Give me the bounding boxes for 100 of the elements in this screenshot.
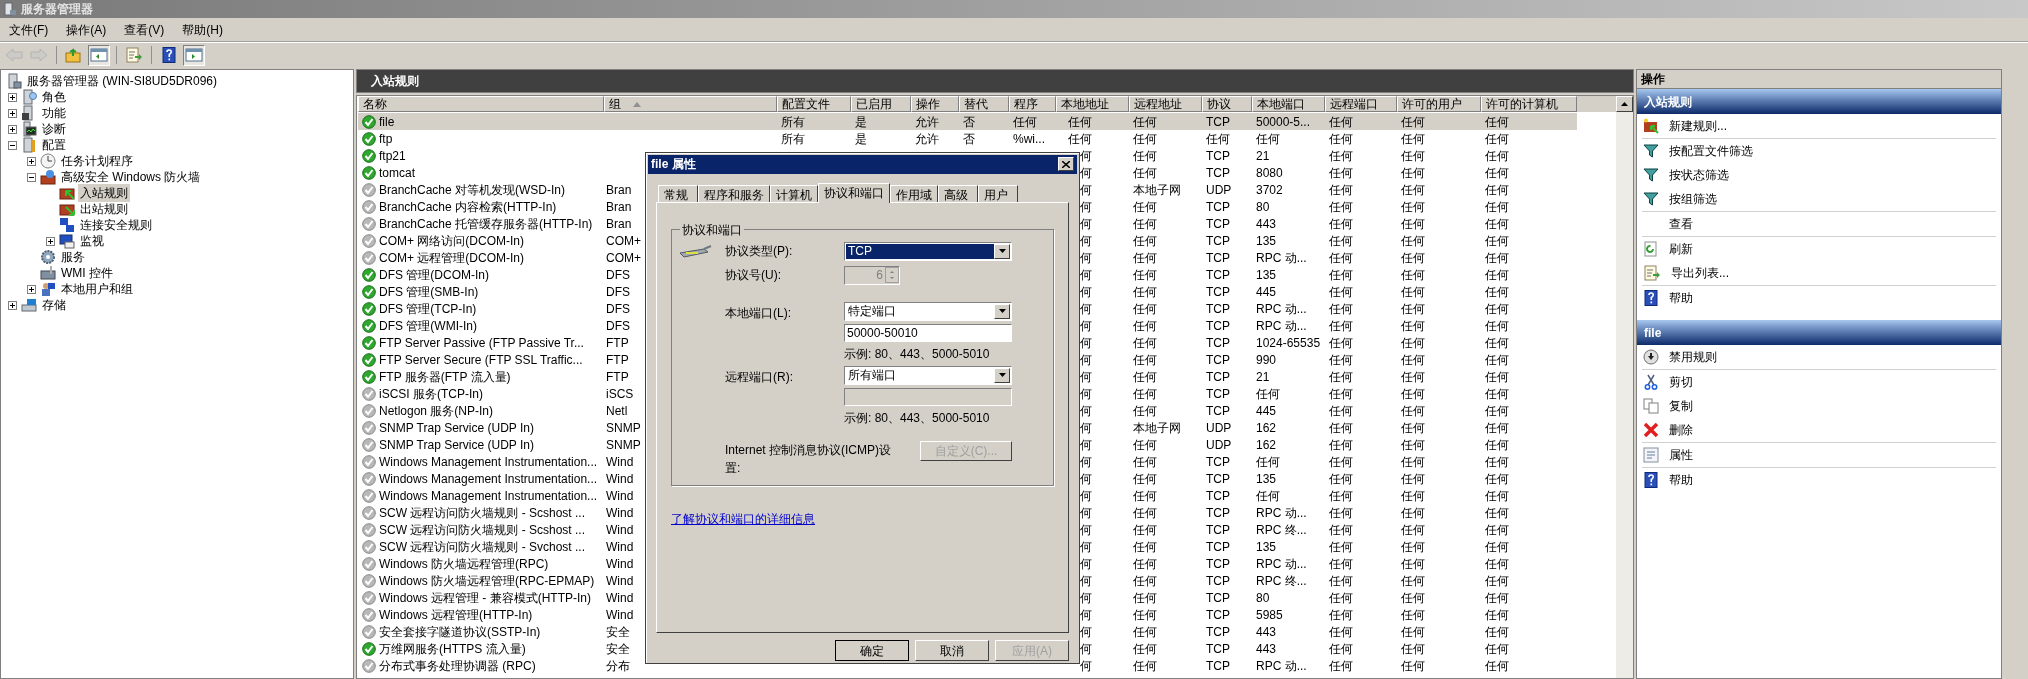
column-header[interactable]: 替代: [959, 96, 1009, 112]
expand-box[interactable]: [27, 284, 36, 294]
expand-box[interactable]: [8, 108, 17, 118]
action-item[interactable]: 帮助: [1642, 286, 1996, 310]
action-item[interactable]: 导出列表...: [1642, 261, 1996, 285]
menu-item[interactable]: 文件(F): [4, 20, 54, 39]
table-cell-text: TCP: [1206, 589, 1230, 607]
action-item[interactable]: 禁用规则: [1642, 345, 1996, 369]
column-header[interactable]: 已启用: [851, 96, 911, 112]
action-item[interactable]: 按组筛选: [1642, 187, 1996, 211]
action-item[interactable]: 按状态筛选: [1642, 163, 1996, 187]
table-cell-text: 任何: [1401, 555, 1425, 573]
table-cell-text: TCP: [1206, 385, 1230, 403]
table-cell-text: Wind: [606, 470, 634, 488]
tree-item[interactable]: 配置: [40, 136, 68, 154]
table-cell-text: 任何: [1133, 164, 1157, 182]
table-cell-text: 任何: [1485, 504, 1509, 522]
tab[interactable]: 常规: [658, 184, 698, 202]
menu-item[interactable]: 帮助(H): [177, 20, 228, 39]
expand-box[interactable]: [8, 124, 17, 134]
action-item[interactable]: 按配置文件筛选: [1642, 139, 1996, 163]
help-icon: [1643, 290, 1659, 306]
table-cell-text: TCP: [1206, 487, 1230, 505]
filter-icon: [1643, 191, 1659, 207]
tree-item[interactable]: 服务器管理器 (WIN-SI8UD5DR096): [25, 72, 220, 90]
table-cell-text: 何: [1080, 164, 1092, 182]
dialog-button[interactable]: 取消: [915, 640, 989, 661]
tab[interactable]: 程序和服务: [698, 184, 770, 202]
tree-item[interactable]: 角色: [40, 88, 68, 106]
tree-item[interactable]: 服务: [59, 248, 87, 266]
tree-item[interactable]: 入站规则: [78, 184, 130, 202]
menu-item[interactable]: 查看(V): [119, 20, 170, 39]
table-cell-text: FTP: [606, 351, 629, 369]
table-cell-text: 任何: [1329, 555, 1353, 573]
column-header[interactable]: 许可的用户: [1397, 96, 1481, 112]
column-header[interactable]: 本地端口: [1252, 96, 1325, 112]
tab[interactable]: 计算机: [770, 184, 818, 202]
tree-item[interactable]: 存储: [40, 296, 68, 314]
collapse-box[interactable]: [27, 172, 36, 182]
action-item[interactable]: 剪切: [1642, 370, 1996, 394]
details-link[interactable]: 了解协议和端口的详细信息: [671, 509, 815, 528]
close-button[interactable]: [1058, 157, 1074, 172]
tree-item[interactable]: 监视: [78, 232, 106, 250]
tree-item[interactable]: 连接安全规则: [78, 216, 154, 234]
expand-box[interactable]: [8, 92, 17, 102]
action-item[interactable]: 帮助: [1642, 468, 1996, 492]
column-header[interactable]: 组: [604, 96, 777, 112]
table-cell-text: 任何: [1401, 181, 1425, 199]
table-cell-text: 任何: [1485, 215, 1509, 233]
table-cell-text: 否: [963, 130, 975, 148]
action-item[interactable]: 复制: [1642, 394, 1996, 418]
column-header[interactable]: 程序: [1009, 96, 1056, 112]
column-header[interactable]: 本地地址: [1056, 96, 1129, 112]
table-cell-text: 任何: [1401, 436, 1425, 454]
column-header[interactable]: 许可的计算机: [1481, 96, 1577, 112]
dialog-button[interactable]: 确定: [835, 640, 909, 661]
table-row[interactable]: file 所有 是 允许 否 任何 任何 任何 TCP 50000-5... 任何 任何 任何: [358, 113, 1577, 130]
table-cell-text: Wind: [606, 453, 634, 471]
expand-box[interactable]: [46, 236, 55, 246]
tab[interactable]: 作用域: [890, 184, 938, 202]
back-arrow-icon: [5, 47, 23, 63]
tab[interactable]: 高级: [938, 184, 978, 202]
tree-item[interactable]: 本地用户和组: [59, 280, 135, 298]
action-item[interactable]: 属性: [1642, 443, 1996, 467]
column-header[interactable]: 远程端口: [1325, 96, 1397, 112]
dropdown[interactable]: 所有端口: [844, 365, 1012, 385]
action-item[interactable]: 新建规则...: [1642, 114, 1996, 138]
table-cell-text: TCP: [1206, 555, 1230, 573]
tree-item[interactable]: 诊断: [40, 120, 68, 138]
expand-box[interactable]: [8, 300, 17, 310]
table-cell-text: 任何: [1329, 368, 1353, 386]
table-cell-text: RPC 动...: [1256, 504, 1307, 522]
expand-box[interactable]: [27, 156, 36, 166]
table-cell-text: Bran: [606, 215, 632, 233]
tab[interactable]: 协议和端口: [818, 182, 890, 203]
column-header[interactable]: 远程地址: [1129, 96, 1202, 112]
dropdown[interactable]: 特定端口: [844, 301, 1012, 321]
table-cell-text: 何: [1080, 249, 1092, 267]
column-header[interactable]: 配置文件: [777, 96, 851, 112]
tree-item[interactable]: 功能: [40, 104, 68, 122]
table-cell-text: Netlogon 服务(NP-In): [379, 402, 494, 420]
example-hint: 示例: 80、443、5000-5010: [844, 345, 991, 363]
action-item[interactable]: 刷新: [1642, 237, 1996, 261]
port-field[interactable]: 50000-50010: [844, 323, 1012, 342]
action-item[interactable]: 查看: [1642, 212, 1996, 236]
tree-item[interactable]: 高级安全 Windows 防火墙: [59, 168, 203, 186]
column-header[interactable]: 协议: [1202, 96, 1252, 112]
table-cell-text: 任何: [1013, 113, 1037, 131]
column-header[interactable]: 名称: [358, 96, 604, 112]
menu-item[interactable]: 操作(A): [61, 20, 112, 39]
tree-item[interactable]: 任务计划程序: [59, 152, 135, 170]
table-cell-text: TCP: [1206, 113, 1230, 131]
action-item[interactable]: 删除: [1642, 418, 1996, 442]
dropdown[interactable]: TCP: [844, 241, 1012, 261]
table-cell-text: 何: [1080, 504, 1092, 522]
tab[interactable]: 用户: [978, 184, 1018, 202]
tree-item[interactable]: WMI 控件: [59, 264, 115, 282]
column-header[interactable]: 操作: [911, 96, 959, 112]
collapse-box[interactable]: [8, 140, 17, 150]
tree-item[interactable]: 出站规则: [78, 200, 130, 218]
